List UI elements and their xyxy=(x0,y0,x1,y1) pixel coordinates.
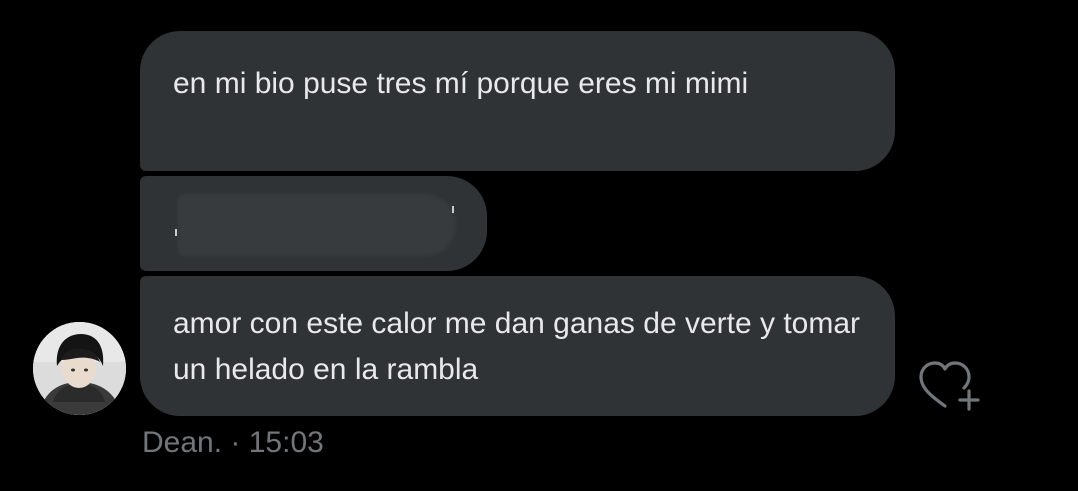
sender-name[interactable]: Dean. xyxy=(142,426,222,459)
user-photo-icon xyxy=(33,322,126,415)
text-fragment xyxy=(175,229,177,236)
message-bubble[interactable]: amor con este calor me dan ganas de vert… xyxy=(140,276,895,416)
avatar[interactable] xyxy=(33,322,126,415)
message-text: en mi bio puse tres mí porque eres mi mi… xyxy=(173,67,749,100)
add-reaction-button[interactable] xyxy=(915,356,985,414)
heart-plus-icon xyxy=(919,361,980,411)
dm-conversation: en mi bio puse tres mí porque eres mi mi… xyxy=(0,0,1078,491)
message-meta: Dean. · 15:03 xyxy=(142,425,324,461)
message-bubble[interactable]: en mi bio puse tres mí porque eres mi mi… xyxy=(140,31,895,171)
message-text: amor con este calor me dan ganas de vert… xyxy=(173,307,861,386)
meta-separator: · xyxy=(222,426,249,459)
redaction-mask xyxy=(178,194,456,256)
text-fragment xyxy=(452,206,454,213)
message-timestamp: 15:03 xyxy=(248,426,324,459)
message-bubble-redacted[interactable] xyxy=(140,176,487,271)
